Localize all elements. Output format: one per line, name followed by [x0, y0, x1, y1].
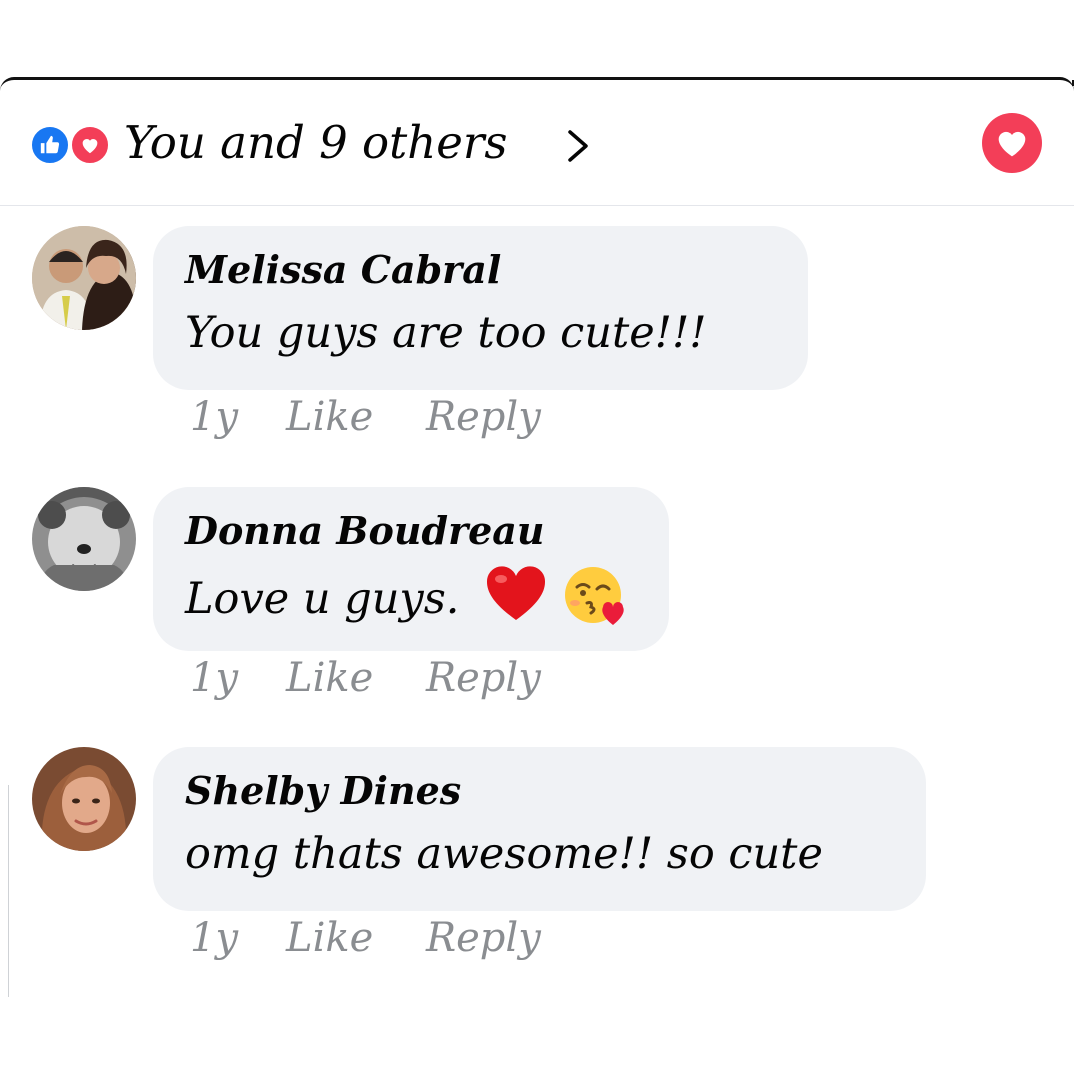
avatar[interactable] — [32, 487, 136, 591]
red-heart-emoji — [487, 566, 546, 620]
like-link[interactable]: Like — [286, 655, 426, 701]
comment-text: omg thats awesome!! so cute — [185, 829, 823, 879]
reply-link[interactable]: Reply — [426, 394, 541, 440]
comment-timestamp[interactable]: 1y — [190, 655, 286, 701]
avatar[interactable] — [32, 747, 136, 851]
avatar-photo-filter — [32, 487, 136, 591]
reply-link[interactable]: Reply — [426, 915, 541, 961]
comment-bubble[interactable]: Shelby Dines omg thats awesome!! so cute — [153, 747, 926, 911]
comments-panel: You and 9 others Melissa Cabral You guys… — [0, 77, 1074, 1074]
reactions-header: You and 9 others — [0, 80, 1074, 206]
reaction-summary-icons[interactable] — [30, 125, 114, 165]
comment-item: Donna Boudreau Love u guys. 1y Like Repl… — [0, 487, 1074, 737]
comment-timestamp[interactable]: 1y — [190, 915, 286, 961]
comment-bubble[interactable]: Melissa Cabral You guys are too cute!!! — [153, 226, 808, 390]
comment-bubble[interactable]: Donna Boudreau Love u guys. — [153, 487, 669, 651]
comment-actions: 1y Like Reply — [190, 655, 541, 715]
comment-actions: 1y Like Reply — [190, 915, 541, 975]
comment-text-row: Love u guys. — [185, 563, 637, 630]
comment-author[interactable]: Melissa Cabral — [185, 244, 776, 296]
comment-text: You guys are too cute!!! — [185, 308, 707, 358]
love-reaction-button[interactable] — [982, 113, 1042, 173]
comment-author[interactable]: Shelby Dines — [185, 765, 894, 817]
avatar-photo-couple — [32, 226, 136, 330]
thread-connector-line — [8, 785, 9, 997]
comment-author[interactable]: Donna Boudreau — [185, 505, 637, 557]
heart-icon — [998, 131, 1026, 157]
comment-text: Love u guys. — [185, 574, 460, 624]
face-blowing-kiss-emoji — [564, 567, 624, 625]
like-link[interactable]: Like — [286, 394, 426, 440]
like-link[interactable]: Like — [286, 915, 426, 961]
comment-item: Shelby Dines omg thats awesome!! so cute… — [0, 747, 1074, 997]
avatar-photo-woman — [32, 747, 136, 851]
comment-timestamp[interactable]: 1y — [190, 394, 286, 440]
comment-item: Melissa Cabral You guys are too cute!!! … — [0, 226, 1074, 476]
like-icon — [30, 125, 70, 165]
love-icon — [70, 125, 110, 165]
reply-link[interactable]: Reply — [426, 655, 541, 701]
comment-actions: 1y Like Reply — [190, 394, 541, 454]
reaction-summary-text[interactable]: You and 9 others — [124, 116, 507, 169]
chevron-right-icon[interactable] — [564, 126, 594, 166]
avatar[interactable] — [32, 226, 136, 330]
